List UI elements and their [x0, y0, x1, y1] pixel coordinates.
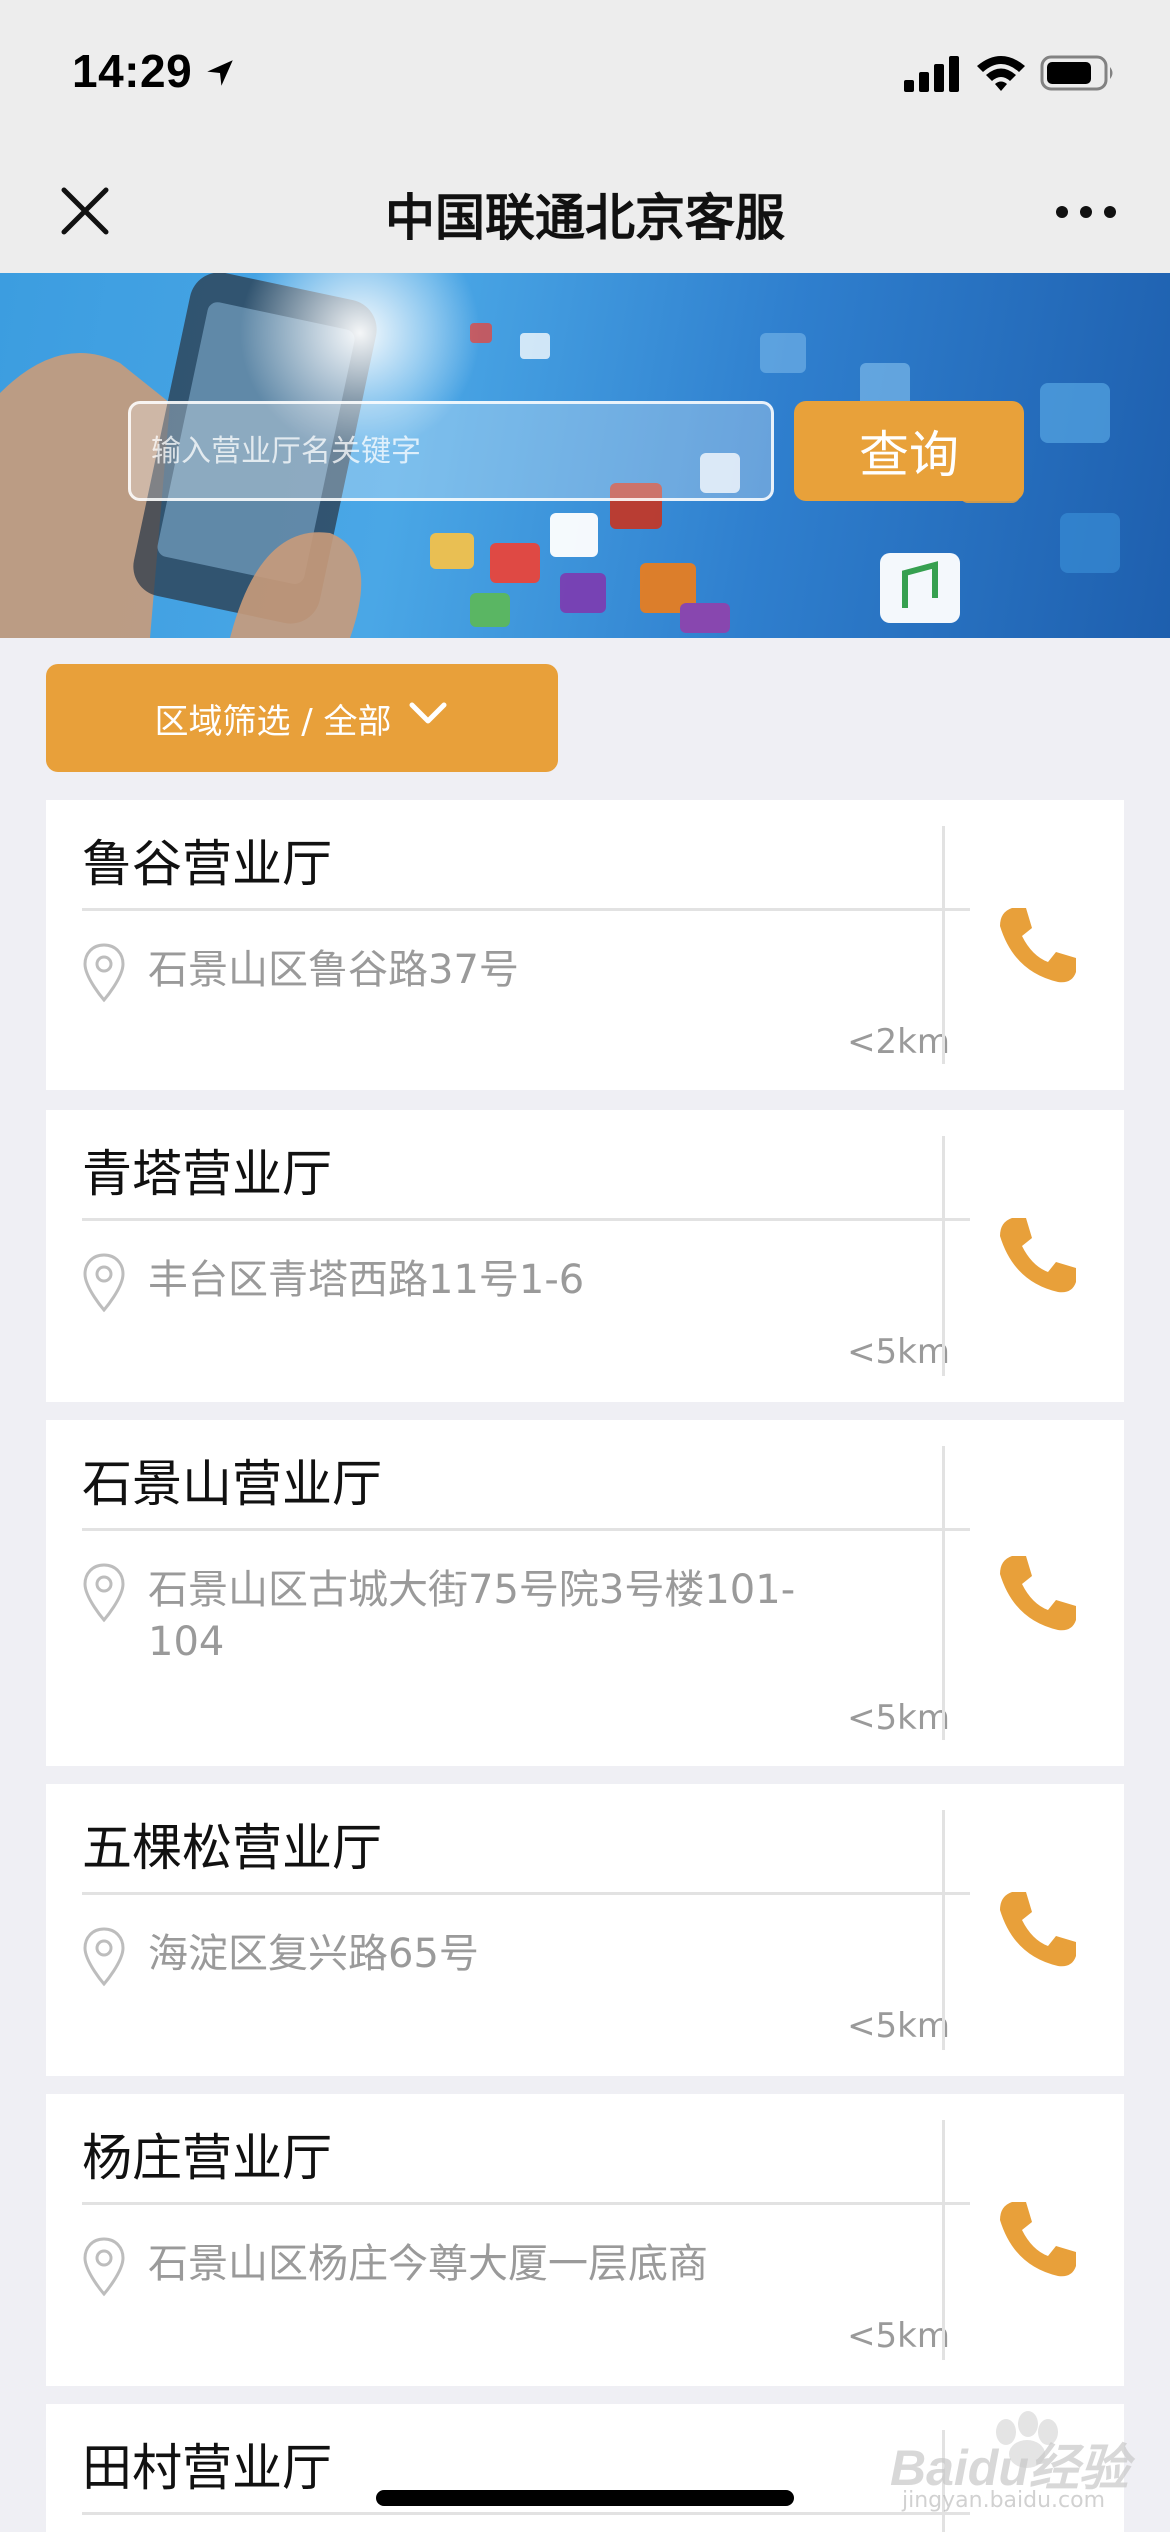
location-arrow-icon — [207, 60, 233, 86]
divider — [82, 1892, 970, 1895]
vertical-divider — [942, 1136, 945, 1376]
store-card[interactable]: 鲁谷营业厅 石景山区鲁谷路37号 <2km — [46, 800, 1124, 1090]
store-name[interactable]: 田村营业厅 — [82, 2428, 332, 2500]
store-address: 海淀区复兴路65号 — [148, 1931, 479, 1977]
store-card[interactable]: 石景山营业厅 石景山区古城大街75号院3号楼101-104 <5km — [46, 1420, 1124, 1766]
search-input[interactable] — [128, 401, 774, 501]
phone-call-icon[interactable] — [992, 1548, 1082, 1638]
more-options-icon[interactable] — [1050, 190, 1122, 234]
home-indicator[interactable] — [376, 2490, 794, 2506]
location-pin-icon — [83, 1563, 125, 1623]
store-distance: <5km — [847, 1332, 950, 1372]
status-time: 14:29 — [72, 45, 193, 97]
store-name[interactable]: 青塔营业厅 — [82, 1134, 332, 1206]
search-button[interactable]: 查询 — [794, 401, 1024, 501]
store-distance: <5km — [847, 2006, 950, 2046]
store-name[interactable]: 石景山营业厅 — [82, 1444, 382, 1516]
store-address: 丰台区青塔西路11号1-6 — [148, 1257, 585, 1303]
region-filter-dropdown[interactable]: 区域筛选 / 全部 — [46, 664, 558, 772]
phone-call-icon[interactable] — [992, 2194, 1082, 2284]
store-card[interactable]: 青塔营业厅 丰台区青塔西路11号1-6 <5km — [46, 1110, 1124, 1402]
divider — [82, 2202, 970, 2205]
store-address: 石景山区杨庄今尊大厦一层底商 — [148, 2241, 708, 2287]
phone-call-icon[interactable] — [992, 900, 1082, 990]
store-address: 石景山区古城大街75号院3号楼101-104 — [148, 1567, 796, 1665]
cellular-signal-icon — [904, 56, 959, 92]
vertical-divider — [942, 1446, 945, 1740]
battery-icon — [1040, 55, 1113, 91]
divider — [82, 1528, 970, 1531]
location-pin-icon — [83, 2237, 125, 2297]
vertical-divider — [942, 1810, 945, 2050]
store-distance: <5km — [847, 1698, 950, 1738]
phone-call-icon[interactable] — [992, 1210, 1082, 1300]
divider — [82, 908, 970, 911]
nav-bar: 中国联通北京客服 — [0, 150, 1170, 273]
chevron-down-icon — [409, 702, 447, 724]
location-pin-icon — [83, 1927, 125, 1987]
vertical-divider — [942, 2120, 945, 2360]
store-distance: <5km — [847, 2316, 950, 2356]
vertical-divider — [942, 826, 945, 1064]
divider — [82, 1218, 970, 1221]
watermark-subtext: jingyan.baidu.com — [902, 2488, 1106, 2513]
region-filter-label: 区域筛选 / 全部 — [154, 701, 392, 742]
page-title: 中国联通北京客服 — [385, 189, 785, 247]
status-bar: 14:29 — [0, 0, 1170, 150]
location-pin-icon — [83, 943, 125, 1003]
search-banner: 查询 — [0, 273, 1170, 638]
store-card[interactable]: 五棵松营业厅 海淀区复兴路65号 <5km — [46, 1784, 1124, 2076]
store-name[interactable]: 五棵松营业厅 — [82, 1808, 382, 1880]
store-name[interactable]: 杨庄营业厅 — [82, 2118, 332, 2190]
store-name[interactable]: 鲁谷营业厅 — [82, 824, 332, 896]
phone-call-icon[interactable] — [992, 1884, 1082, 1974]
store-card[interactable]: 杨庄营业厅 石景山区杨庄今尊大厦一层底商 <5km — [46, 2094, 1124, 2386]
divider — [82, 2512, 970, 2515]
store-address: 石景山区鲁谷路37号 — [148, 947, 519, 993]
store-distance: <2km — [847, 1022, 950, 1062]
location-pin-icon — [83, 1253, 125, 1313]
wifi-icon — [977, 56, 1025, 91]
